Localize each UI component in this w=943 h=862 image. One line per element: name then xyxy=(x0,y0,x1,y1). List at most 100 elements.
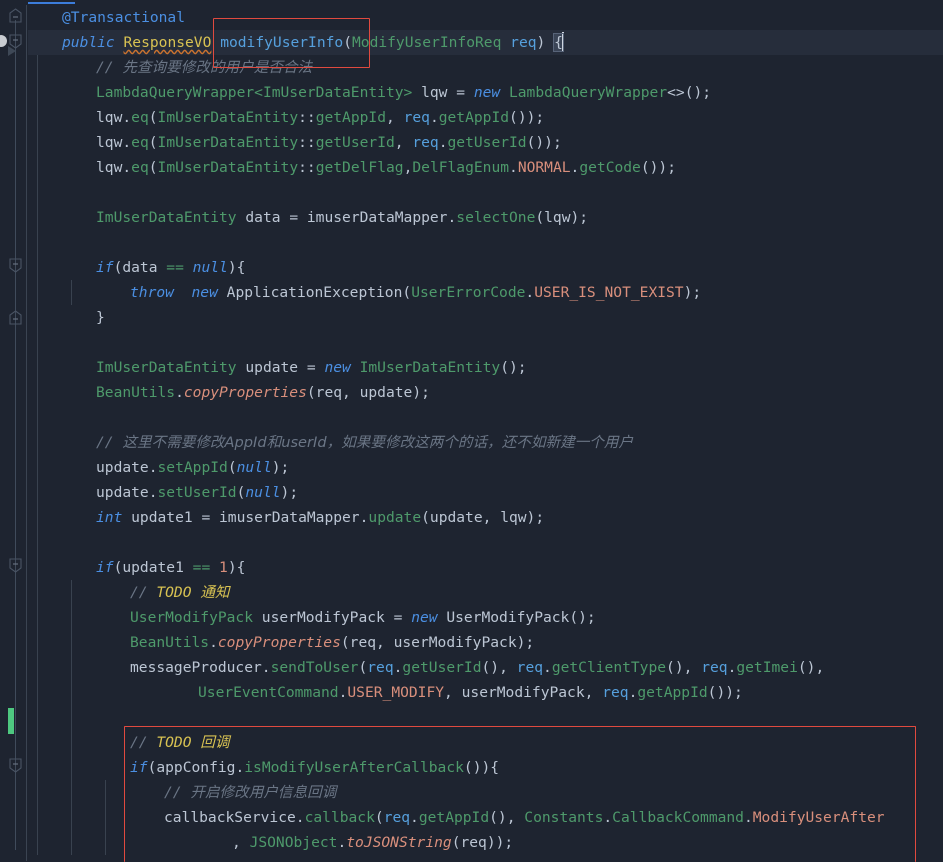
code-line[interactable]: UserEventCommand.USER_MODIFY, userModify… xyxy=(28,680,943,705)
method-ref-op: :: xyxy=(298,134,316,151)
comment-slashes: // xyxy=(164,784,191,801)
code-line-blank[interactable] xyxy=(28,405,943,430)
param-req: req xyxy=(701,659,728,676)
fold-collapse-down-icon[interactable] xyxy=(9,758,22,773)
cond-expr: (update1 xyxy=(113,559,193,576)
comment-text: 开启修改用户信息回调 xyxy=(190,784,337,801)
line-tail: (update, lqw); xyxy=(421,509,545,526)
code-line[interactable]: LambdaQueryWrapper<ImUserDataEntity> lqw… xyxy=(28,80,943,105)
code-line-blank[interactable] xyxy=(28,230,943,255)
code-line[interactable]: // TODO 回调 xyxy=(28,730,943,755)
ctor-lambdaquerywrapper: LambdaQueryWrapper xyxy=(500,84,668,101)
code-line[interactable]: if(data == null){ xyxy=(28,255,943,280)
var-update: update xyxy=(236,359,307,376)
code-line[interactable]: BeanUtils.copyProperties(req, update); xyxy=(28,380,943,405)
number-literal: 1 xyxy=(219,559,228,576)
todo-keyword: TODO xyxy=(156,584,201,601)
code-line[interactable]: update.setAppId(null); xyxy=(28,455,943,480)
method-ref-op: :: xyxy=(298,159,316,176)
line-tail: ){ xyxy=(227,259,246,276)
code-line[interactable]: messageProducer.sendToUser(req.getUserId… xyxy=(28,655,943,680)
const-modifyuserafter: ModifyUserAfter xyxy=(752,809,885,826)
code-line[interactable]: lqw.eq(ImUserDataEntity::getAppId, req.g… xyxy=(28,105,943,130)
code-line[interactable]: callbackService.callback(req.getAppId(),… xyxy=(28,805,943,830)
code-line[interactable]: UserModifyPack userModifyPack = new User… xyxy=(28,605,943,630)
line-tail: ){ xyxy=(227,559,246,576)
code-line-current[interactable]: public ResponseVO modifyUserInfo(ModifyU… xyxy=(28,30,943,55)
code-line[interactable]: if(appConfig.isModifyUserAfterCallback()… xyxy=(28,755,943,780)
type-imuserdataentity: ImUserDataEntity xyxy=(96,209,237,226)
ctor-imuserdataentity: ImUserDataEntity xyxy=(350,359,501,376)
keyword-null: null xyxy=(236,459,272,476)
comment-text: 先查询要修改的用户是否合法 xyxy=(122,59,313,76)
code-line[interactable]: update.setUserId(null); xyxy=(28,480,943,505)
code-line[interactable]: int update1 = imuserDataMapper.update(up… xyxy=(28,505,943,530)
paren-open: ( xyxy=(148,134,158,151)
obj-callbackservice: callbackService xyxy=(164,809,296,826)
code-line[interactable]: } xyxy=(28,305,943,330)
code-line[interactable]: // 先查询要修改的用户是否合法 xyxy=(28,55,943,80)
keyword-if: if xyxy=(130,759,148,776)
code-line[interactable]: lqw.eq(ImUserDataEntity::getUserId, req.… xyxy=(28,130,943,155)
keyword-public: public xyxy=(62,34,115,51)
code-line[interactable]: ImUserDataEntity data = imuserDataMapper… xyxy=(28,205,943,230)
type-imuserdataentity: ImUserDataEntity xyxy=(157,134,299,151)
comment-slashes: // xyxy=(130,584,157,601)
todo-text: 回调 xyxy=(200,734,230,751)
type-modifyuserinforeq: ModifyUserInfoReq xyxy=(352,34,502,51)
line-tail: (req, update); xyxy=(306,384,430,401)
method-ismodifyuseraftercallback: isModifyUserAfterCallback xyxy=(244,759,464,776)
generic-param: <ImUserDataEntity> xyxy=(254,84,413,101)
run-gutter-icon[interactable] xyxy=(0,35,7,47)
obj-lqw: lqw. xyxy=(96,134,132,151)
text-caret xyxy=(561,32,564,51)
code-editor[interactable]: @Transactional public ResponseVO modifyU… xyxy=(0,0,943,862)
code-line-blank[interactable] xyxy=(28,705,943,730)
code-line[interactable]: lqw.eq(ImUserDataEntity::getDelFlag,DelF… xyxy=(28,155,943,180)
arg-separator: , xyxy=(386,109,404,126)
code-line[interactable]: // 开启修改用户信息回调 xyxy=(28,780,943,805)
fold-collapse-down-icon[interactable] xyxy=(9,258,22,273)
type-callbackcommand: CallbackCommand xyxy=(612,809,744,826)
var-usermodifypack: userModifyPack xyxy=(253,609,394,626)
method-getuserid: getUserId xyxy=(402,659,482,676)
code-line[interactable]: , JSONObject.toJSONString(req)); xyxy=(28,830,943,855)
code-line[interactable]: // TODO 通知 xyxy=(28,580,943,605)
code-line[interactable]: // 这里不需要修改AppId和userId，如果要修改这两个的话，还不如新建一… xyxy=(28,430,943,455)
fold-collapse-down-icon[interactable] xyxy=(9,558,22,573)
code-line[interactable]: ImUserDataEntity update = new ImUserData… xyxy=(28,355,943,380)
type-constants: Constants xyxy=(524,809,604,826)
type-lambdaquerywrapper: LambdaQueryWrapper xyxy=(96,84,255,101)
code-line-blank[interactable] xyxy=(28,180,943,205)
editor-gutter[interactable] xyxy=(0,0,28,861)
fold-collapse-down-icon[interactable] xyxy=(9,34,22,49)
line-tail: ); xyxy=(280,484,299,501)
code-line[interactable]: @Transactional xyxy=(28,5,943,30)
code-line-blank[interactable] xyxy=(28,530,943,555)
code-content[interactable]: @Transactional public ResponseVO modifyU… xyxy=(28,5,943,861)
code-line[interactable]: BeanUtils.copyProperties(req, userModify… xyxy=(28,630,943,655)
method-getuserid: getUserId xyxy=(447,134,527,151)
dot: . xyxy=(235,759,245,776)
vcs-added-lines-marker[interactable] xyxy=(8,708,14,734)
code-line[interactable]: if(update1 == 1){ xyxy=(28,555,943,580)
fold-collapse-up-icon[interactable] xyxy=(9,310,22,325)
method-ref-getuserid: getUserId xyxy=(315,134,395,151)
method-ref-getdelflag: getDelFlag xyxy=(315,159,404,176)
method-callback: callback xyxy=(304,809,375,826)
line-tail: (req)); xyxy=(451,834,514,851)
dot: . xyxy=(175,384,184,401)
fold-collapse-up-icon[interactable] xyxy=(9,8,22,23)
line-tail: (); xyxy=(500,359,527,376)
param-req: req xyxy=(383,809,411,826)
code-line[interactable]: throw new ApplicationException(UserError… xyxy=(28,280,943,305)
method-selectone: selectOne xyxy=(456,209,536,226)
keyword-new: new xyxy=(473,84,501,101)
type-usermodifypack: UserModifyPack xyxy=(130,609,254,626)
type-usereventcommand: UserEventCommand xyxy=(198,684,339,701)
obj-imuserdatamapper: imuserDataMapper xyxy=(219,509,360,526)
ctor-applicationexception: ApplicationException xyxy=(217,284,403,301)
arg-separator: , xyxy=(232,834,250,851)
code-line-blank[interactable] xyxy=(28,330,943,355)
fold-spine-line xyxy=(15,20,16,850)
